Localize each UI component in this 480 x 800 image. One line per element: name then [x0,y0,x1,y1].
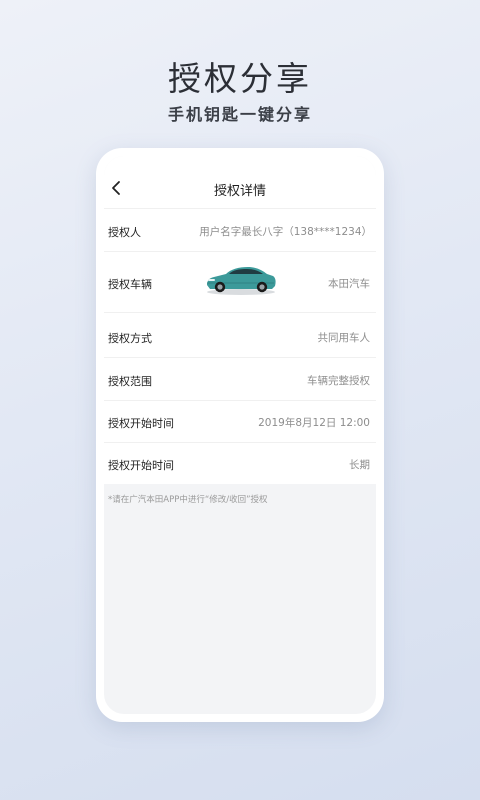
row-value: 用户名字最长八字（138****1234） [199,226,372,238]
page-title: 授权详情 [213,184,266,199]
row-value: 共同用车人 [317,332,371,344]
row-duration: 授权开始时间 长期 [104,443,376,484]
row-value: 车辆完整授权 [307,375,370,387]
footnote: *请在广汽本田APP中进行“修改/收回”授权 [108,495,268,505]
row-label: 授权方式 [108,332,152,345]
row-label: 授权开始时间 [108,459,174,472]
row-scope: 授权范围 车辆完整授权 [104,358,376,401]
row-label: 授权范围 [108,375,152,388]
row-start-time: 授权开始时间 2019年8月12日 12:00 [104,401,376,443]
row-label: 授权车辆 [108,278,152,291]
row-value: 2019年8月12日 12:00 [258,417,370,429]
phone-frame: 授权详情 授权人 用户名字最长八字（138****1234） 授权车辆 本田汽车… [96,148,384,722]
row-vehicle: 授权车辆 本田汽车 [104,252,376,313]
hero-title: 授权分享 [168,59,312,98]
row-label: 授权开始时间 [108,417,174,430]
row-value: 本田汽车 [328,278,370,290]
row-label: 授权人 [108,226,141,239]
hero-subtitle: 手机钥匙一键分享 [167,105,312,124]
row-grantor: 授权人 用户名字最长八字（138****1234） [104,209,376,252]
nav-bar: 授权详情 [104,156,376,209]
phone-screen: 授权详情 授权人 用户名字最长八字（138****1234） 授权车辆 本田汽车… [104,156,376,714]
row-value: 长期 [349,459,370,471]
car-image [207,267,276,295]
details-panel: 授权详情 授权人 用户名字最长八字（138****1234） 授权车辆 本田汽车… [104,156,376,484]
row-method: 授权方式 共同用车人 [104,313,376,358]
